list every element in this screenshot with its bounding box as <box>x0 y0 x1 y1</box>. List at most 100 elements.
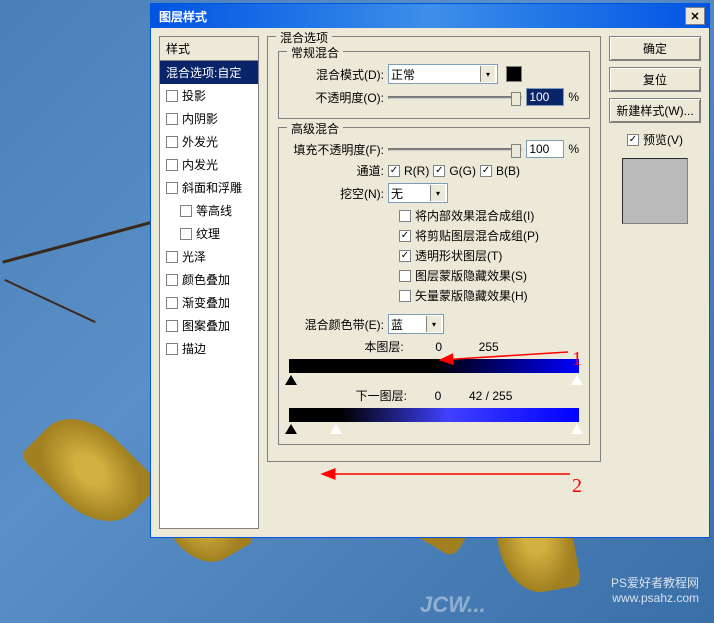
advanced-check-label: 透明形状图层(T) <box>415 247 502 264</box>
style-checkbox[interactable] <box>166 136 178 148</box>
chevron-down-icon: ▾ <box>426 316 441 332</box>
advanced-check-row: 图层蒙版隐藏效果(S) <box>399 267 579 284</box>
general-blending-legend: 常规混合 <box>287 44 343 61</box>
style-item[interactable]: 图案叠加 <box>160 314 258 337</box>
style-checkbox[interactable] <box>166 297 178 309</box>
fill-opacity-label: 填充不透明度(F): <box>289 141 384 158</box>
cancel-button[interactable]: 复位 <box>609 67 701 92</box>
style-item[interactable]: 内发光 <box>160 153 258 176</box>
chevron-down-icon: ▾ <box>430 185 445 201</box>
advanced-check-row: 将内部效果混合成组(I) <box>399 207 579 224</box>
advanced-check-row: 透明形状图层(T) <box>399 247 579 264</box>
style-item-label: 光泽 <box>182 248 206 265</box>
annotation-2: 2 <box>572 475 582 498</box>
style-item-label: 等高线 <box>196 202 232 219</box>
style-checkbox[interactable] <box>166 113 178 125</box>
knockout-label: 挖空(N): <box>289 185 384 202</box>
style-checkbox[interactable] <box>180 228 192 240</box>
main-options-panel: 混合选项 常规混合 混合模式(D): 正常 ▾ 不透明度(O): <box>267 36 601 529</box>
channel-g-checkbox[interactable] <box>433 165 445 177</box>
advanced-check-label: 将剪贴图层混合成组(P) <box>415 227 539 244</box>
right-buttons-panel: 确定 复位 新建样式(W)... 预览(V) <box>609 36 701 529</box>
advanced-checkbox[interactable] <box>399 290 411 302</box>
advanced-checkbox[interactable] <box>399 230 411 242</box>
channel-r-checkbox[interactable] <box>388 165 400 177</box>
style-checkbox[interactable] <box>166 251 178 263</box>
preview-swatch <box>622 158 688 224</box>
style-item-label: 混合选项:自定 <box>166 64 241 81</box>
style-item[interactable]: 颜色叠加 <box>160 268 258 291</box>
advanced-checkbox[interactable] <box>399 210 411 222</box>
style-item-label: 内发光 <box>182 156 218 173</box>
advanced-check-label: 将内部效果混合成组(I) <box>415 207 534 224</box>
style-checkbox[interactable] <box>166 320 178 332</box>
style-item[interactable]: 混合选项:自定 <box>160 61 258 84</box>
layer-style-dialog: 图层样式 ✕ 样式 混合选项:自定投影内阴影外发光内发光斜面和浮雕等高线纹理光泽… <box>150 3 710 538</box>
watermark-text: PS爱好者教程网 www.psahz.com <box>611 574 699 605</box>
style-item[interactable]: 等高线 <box>160 199 258 222</box>
style-checkbox[interactable] <box>166 90 178 102</box>
gradient-marker-low[interactable] <box>285 424 297 434</box>
blend-mode-dropdown[interactable]: 正常 ▾ <box>388 64 498 84</box>
blend-if-dropdown[interactable]: 蓝 ▾ <box>388 314 444 334</box>
style-item[interactable]: 渐变叠加 <box>160 291 258 314</box>
titlebar[interactable]: 图层样式 ✕ <box>151 4 709 28</box>
style-item[interactable]: 内阴影 <box>160 107 258 130</box>
style-item[interactable]: 投影 <box>160 84 258 107</box>
style-checkbox[interactable] <box>166 274 178 286</box>
ok-button[interactable]: 确定 <box>609 36 701 61</box>
leaf-decor <box>19 399 160 540</box>
styles-list-panel: 样式 混合选项:自定投影内阴影外发光内发光斜面和浮雕等高线纹理光泽颜色叠加渐变叠… <box>159 36 259 529</box>
style-item-label: 投影 <box>182 87 206 104</box>
this-layer-label: 本图层: <box>364 338 403 355</box>
gradient-marker-high[interactable] <box>571 375 583 385</box>
advanced-check-row: 将剪贴图层混合成组(P) <box>399 227 579 244</box>
channels-label: 通道: <box>289 162 384 179</box>
preview-checkbox[interactable] <box>627 134 639 146</box>
styles-header: 样式 <box>160 37 258 61</box>
preview-label: 预览(V) <box>643 131 683 148</box>
blend-mode-label: 混合模式(D): <box>289 66 384 83</box>
gradient-marker-split[interactable] <box>330 424 342 434</box>
advanced-checkbox[interactable] <box>399 250 411 262</box>
style-item[interactable]: 光泽 <box>160 245 258 268</box>
branch-decor <box>4 279 95 323</box>
knockout-dropdown[interactable]: 无 ▾ <box>388 183 448 203</box>
style-item-label: 渐变叠加 <box>182 294 230 311</box>
fill-opacity-slider[interactable] <box>388 148 522 151</box>
opacity-input[interactable] <box>526 88 564 106</box>
underlying-layer-gradient[interactable] <box>289 408 579 422</box>
gradient-marker-low[interactable] <box>285 375 297 385</box>
style-checkbox[interactable] <box>166 159 178 171</box>
chevron-down-icon: ▾ <box>480 66 495 82</box>
new-style-button[interactable]: 新建样式(W)... <box>609 98 701 123</box>
advanced-check-label: 图层蒙版隐藏效果(S) <box>415 267 527 284</box>
style-item-label: 斜面和浮雕 <box>182 179 242 196</box>
close-button[interactable]: ✕ <box>685 7 705 25</box>
style-item-label: 描边 <box>182 340 206 357</box>
opacity-slider[interactable] <box>388 96 522 99</box>
style-item[interactable]: 斜面和浮雕 <box>160 176 258 199</box>
branch-decor <box>2 219 157 263</box>
style-item-label: 纹理 <box>196 225 220 242</box>
style-item[interactable]: 纹理 <box>160 222 258 245</box>
style-checkbox[interactable] <box>166 343 178 355</box>
advanced-check-row: 矢量蒙版隐藏效果(H) <box>399 287 579 304</box>
style-item[interactable]: 外发光 <box>160 130 258 153</box>
style-item-label: 内阴影 <box>182 110 218 127</box>
opacity-label: 不透明度(O): <box>289 89 384 106</box>
style-item-label: 颜色叠加 <box>182 271 230 288</box>
this-layer-gradient[interactable] <box>289 359 579 373</box>
blend-color-swatch[interactable] <box>506 66 522 82</box>
style-item[interactable]: 描边 <box>160 337 258 360</box>
dialog-title: 图层样式 <box>155 8 685 25</box>
annotation-1: 1 <box>572 348 582 371</box>
blend-if-label: 混合颜色带(E): <box>289 316 384 333</box>
gradient-marker-high[interactable] <box>571 424 583 434</box>
channel-b-checkbox[interactable] <box>480 165 492 177</box>
advanced-checkbox[interactable] <box>399 270 411 282</box>
style-checkbox[interactable] <box>166 182 178 194</box>
style-item-label: 图案叠加 <box>182 317 230 334</box>
fill-opacity-input[interactable] <box>526 140 564 158</box>
style-checkbox[interactable] <box>180 205 192 217</box>
